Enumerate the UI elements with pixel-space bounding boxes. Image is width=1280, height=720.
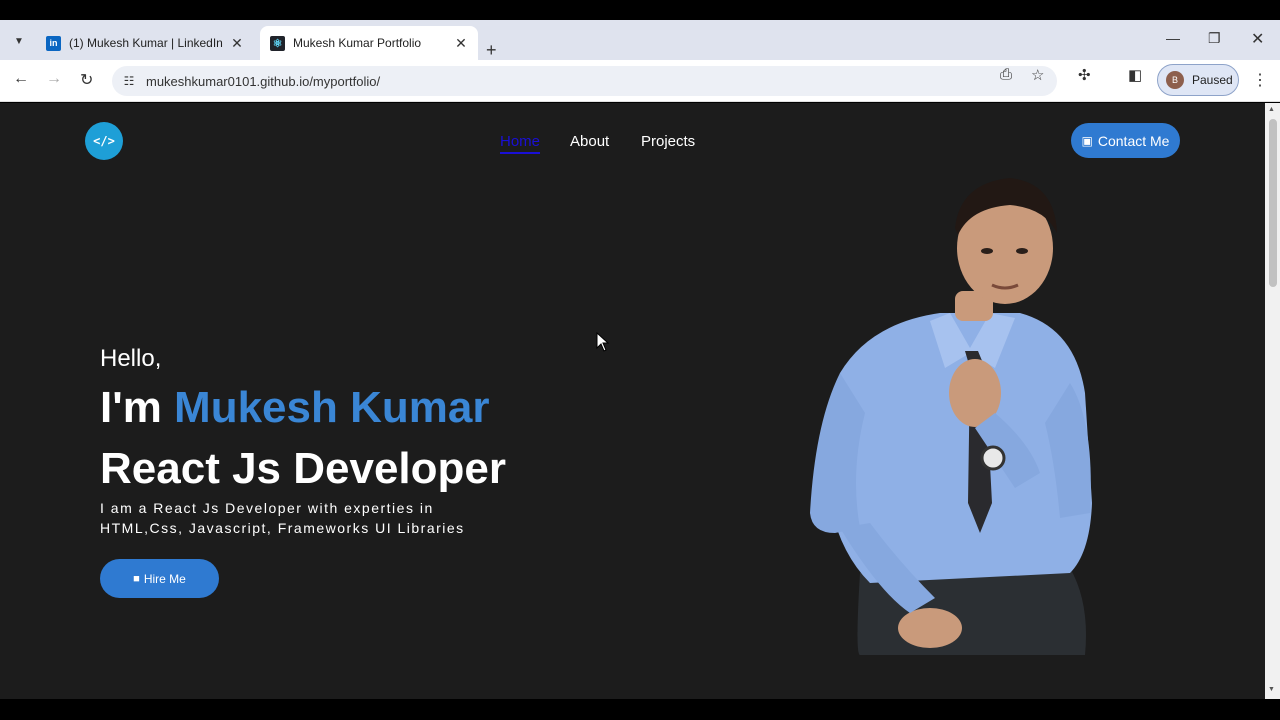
contact-card-icon: ▣	[1081, 133, 1093, 148]
reload-button[interactable]: ↻	[80, 70, 93, 90]
tab-title: Mukesh Kumar Portfolio	[293, 36, 422, 50]
install-app-icon[interactable]: ⎙	[1000, 66, 1012, 83]
plus-icon: +	[486, 40, 497, 60]
site-logo[interactable]: </>	[85, 122, 123, 160]
hero-heading: I'm Mukesh Kumar	[100, 383, 489, 433]
forward-button[interactable]: →	[46, 70, 62, 88]
nav-projects[interactable]: Projects	[641, 133, 695, 150]
tab-search-button[interactable]: ▼	[8, 30, 30, 52]
arrow-left-icon: ←	[13, 70, 29, 87]
close-window-button[interactable]: ✕	[1251, 29, 1264, 49]
side-panel-icon[interactable]: ◧	[1128, 66, 1142, 84]
hire-me-button[interactable]: ■ Hire Me	[100, 559, 219, 598]
minimize-icon: —	[1166, 30, 1180, 46]
hire-label: Hire Me	[143, 571, 186, 586]
profile-button[interactable]: B Paused	[1157, 64, 1239, 96]
contact-label: Contact Me	[1097, 132, 1170, 149]
bookmark-star-icon[interactable]: ☆	[1031, 66, 1044, 84]
hero-greeting: Hello,	[100, 345, 162, 372]
scroll-up-icon[interactable]: ▲	[1268, 106, 1275, 113]
page-scrollbar[interactable]: ▲ ▼	[1265, 103, 1280, 699]
tab-strip: ▼ in (1) Mukesh Kumar | LinkedIn ✕ ⚛ Muk…	[0, 20, 1280, 60]
hero-role: React Js Developer	[100, 444, 506, 493]
scrollbar-thumb[interactable]	[1269, 119, 1277, 287]
close-icon[interactable]: ✕	[226, 35, 248, 52]
restore-icon: ❐	[1208, 30, 1221, 46]
close-icon: ✕	[1251, 31, 1265, 48]
screen: ▼ in (1) Mukesh Kumar | LinkedIn ✕ ⚛ Muk…	[0, 0, 1280, 720]
minimize-button[interactable]: —	[1166, 30, 1180, 46]
hero-name: Mukesh Kumar	[174, 383, 490, 432]
more-vertical-icon: ⋮	[1252, 72, 1268, 89]
restore-button[interactable]: ❐	[1208, 30, 1221, 47]
page-viewport: </> Home About Projects ▣ Contact Me Hel…	[0, 103, 1265, 699]
scroll-down-icon[interactable]: ▼	[1268, 686, 1275, 693]
nav-about[interactable]: About	[570, 133, 609, 150]
url-text[interactable]: mukeshkumar0101.github.io/myportfolio/	[146, 74, 380, 89]
arrow-right-icon: →	[46, 70, 62, 87]
react-icon: ⚛	[270, 35, 285, 51]
browser-menu-button[interactable]: ⋮	[1252, 70, 1268, 90]
nav-home[interactable]: Home	[500, 133, 541, 154]
tab-title: (1) Mukesh Kumar | LinkedIn	[69, 36, 223, 50]
mouse-cursor-icon	[596, 332, 610, 352]
chevron-down-icon: ▼	[14, 35, 24, 47]
browser-toolbar: ← → ↻ ☷ mukeshkumar0101.github.io/myport…	[0, 60, 1280, 102]
bottom-bar	[0, 699, 1280, 720]
extensions-icon[interactable]: ✣	[1078, 66, 1091, 84]
avatar: B	[1166, 71, 1184, 89]
contact-button[interactable]: ▣ Contact Me	[1071, 123, 1180, 158]
hero-intro-prefix: I'm	[100, 383, 162, 432]
close-icon[interactable]: ✕	[450, 35, 472, 52]
tab-portfolio[interactable]: ⚛ Mukesh Kumar Portfolio ✕	[260, 26, 478, 60]
profile-photo	[810, 178, 1092, 655]
hero-description: I am a React Js Developer with experties…	[100, 500, 465, 536]
tab-linkedin[interactable]: in (1) Mukesh Kumar | LinkedIn ✕	[36, 26, 254, 60]
site-info-icon[interactable]: ☷	[112, 74, 146, 88]
linkedin-icon: in	[46, 35, 61, 51]
profile-status: Paused	[1192, 73, 1233, 87]
briefcase-icon: ■	[133, 572, 140, 585]
back-button[interactable]: ←	[13, 70, 29, 88]
reload-icon: ↻	[80, 72, 94, 89]
address-bar[interactable]: ☷ mukeshkumar0101.github.io/myportfolio/	[112, 66, 1057, 96]
